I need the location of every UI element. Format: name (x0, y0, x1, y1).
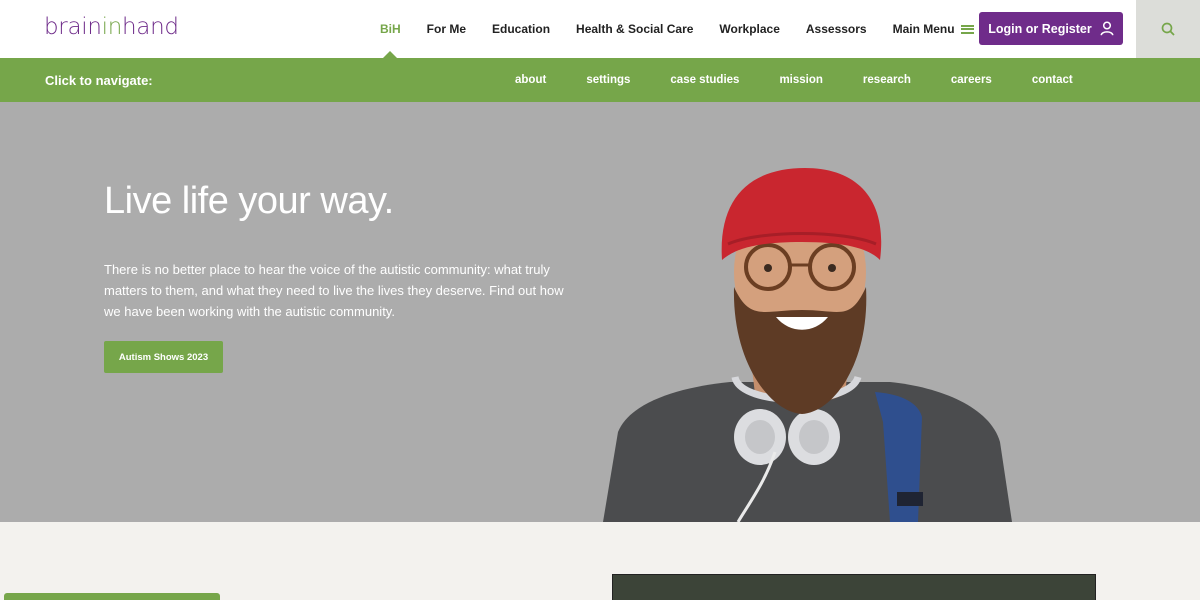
search-button[interactable] (1136, 0, 1200, 58)
login-register-button[interactable]: Login or Register (979, 12, 1123, 45)
login-register-label: Login or Register (988, 21, 1092, 36)
section-subnav: Click to navigate: about settings case s… (0, 58, 1200, 102)
nav-item-for-me[interactable]: For Me (427, 0, 466, 58)
user-icon (1100, 21, 1114, 36)
section-tab[interactable] (4, 593, 220, 600)
main-nav: BiH For Me Education Health & Social Car… (380, 0, 1000, 58)
site-header: braininhand BiH For Me Education Health … (0, 0, 1200, 58)
subnav-link-research[interactable]: research (863, 74, 911, 86)
subnav-label: Click to navigate: (45, 73, 153, 88)
main-menu-button[interactable]: Main Menu (893, 0, 974, 58)
subnav-links: about settings case studies mission rese… (515, 58, 1113, 102)
hero-title: Live life your way. (104, 180, 394, 222)
feature-image (612, 574, 1096, 600)
subnav-link-about[interactable]: about (515, 74, 546, 86)
subnav-link-settings[interactable]: settings (586, 74, 630, 86)
nav-item-bih[interactable]: BiH (380, 0, 401, 58)
nav-item-health-social-care[interactable]: Health & Social Care (576, 0, 693, 58)
nav-item-workplace[interactable]: Workplace (719, 0, 779, 58)
brain-in-hand-logo[interactable]: braininhand (44, 14, 179, 40)
hero-portrait-image (603, 168, 1012, 522)
subnav-link-mission[interactable]: mission (779, 74, 822, 86)
main-menu-label: Main Menu (892, 22, 955, 36)
subnav-link-careers[interactable]: careers (951, 74, 992, 86)
search-icon (1161, 22, 1175, 36)
autism-shows-button[interactable]: Autism Shows 2023 (104, 341, 223, 373)
subnav-link-contact[interactable]: contact (1032, 74, 1073, 86)
menu-icon (960, 24, 974, 34)
hero-banner: Live life your way. There is no better p… (0, 102, 1200, 522)
nav-item-education[interactable]: Education (492, 0, 550, 58)
hero-description: There is no better place to hear the voi… (104, 262, 564, 319)
nav-item-assessors[interactable]: Assessors (806, 0, 867, 58)
subnav-link-case-studies[interactable]: case studies (670, 74, 739, 86)
